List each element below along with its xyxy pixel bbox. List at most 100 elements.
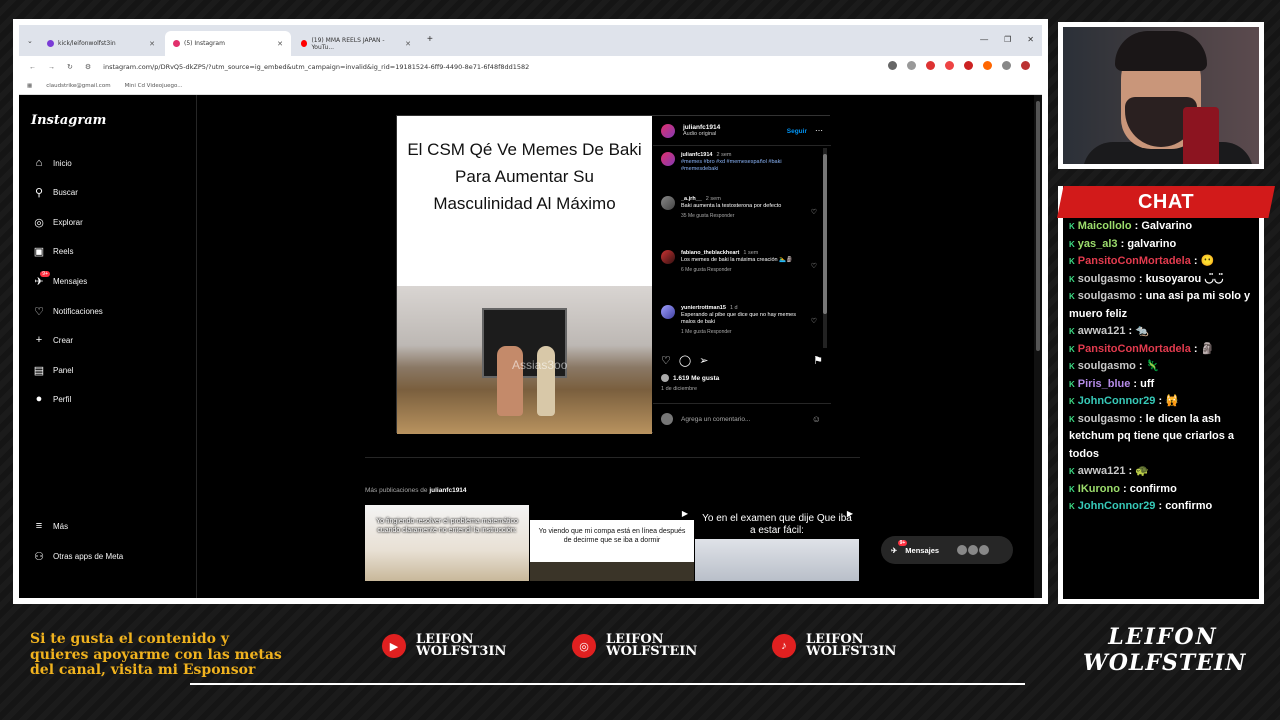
chat-username[interactable]: JohnConnor29 bbox=[1078, 500, 1156, 512]
hashtags[interactable]: #memes #bro #xd #memesespañol #baki #mem… bbox=[681, 159, 806, 173]
author-avatar[interactable] bbox=[661, 123, 675, 138]
tab-kick[interactable]: kick/leifonwolfst3in ✕ bbox=[39, 31, 163, 56]
post-thumbnail[interactable]: Yo viendo que mi compa está en línea des… bbox=[530, 505, 694, 581]
share-icon[interactable]: ➢ bbox=[699, 354, 708, 367]
site-info-icon[interactable]: ⚙ bbox=[85, 63, 91, 71]
sidebar-item-crear[interactable]: + Crear bbox=[33, 334, 73, 346]
chat-username[interactable]: soulgasmo bbox=[1078, 290, 1136, 302]
tab-search-icon[interactable]: ⌄ bbox=[27, 37, 33, 45]
sidebar-item-perfil[interactable]: ● Perfil bbox=[33, 393, 72, 405]
restore-icon[interactable]: ❐ bbox=[1004, 35, 1011, 44]
chat-username[interactable]: soulgasmo bbox=[1078, 413, 1136, 425]
sidebar-item-reels[interactable]: ▣ Reels bbox=[33, 245, 74, 258]
comment-icon[interactable]: ◯ bbox=[679, 354, 691, 367]
comment-user[interactable]: julianfc1914 bbox=[681, 152, 713, 158]
sidebar-item-buscar[interactable]: ⚲ Buscar bbox=[33, 186, 78, 199]
chat-username[interactable]: PansitoConMortadela bbox=[1078, 343, 1191, 355]
extension-icon[interactable] bbox=[983, 61, 992, 70]
save-icon[interactable]: ⚑ bbox=[813, 354, 823, 367]
chat-message: Kawwa121 : 🐀 bbox=[1069, 323, 1259, 341]
comment-meta[interactable]: 1 Me gusta Responder bbox=[681, 329, 806, 336]
comments-scrollbar[interactable] bbox=[823, 148, 827, 348]
chat-username[interactable]: yas_al3 bbox=[1078, 238, 1118, 250]
notification-badge: 9+ bbox=[897, 539, 908, 546]
close-tab-icon[interactable]: ✕ bbox=[149, 40, 155, 48]
chat-username[interactable]: soulgasmo bbox=[1078, 360, 1136, 372]
comment-user[interactable]: _a.jrh__ bbox=[681, 196, 702, 202]
kick-badge-icon: K bbox=[1069, 467, 1075, 476]
chat-username[interactable]: awwa121 bbox=[1078, 465, 1126, 477]
url-field[interactable]: instagram.com/p/DRvQ5-dkZP5/?utm_source=… bbox=[103, 63, 529, 71]
chat-username[interactable]: awwa121 bbox=[1078, 325, 1126, 337]
audio-label[interactable]: Audio original bbox=[683, 131, 720, 137]
tab-instagram[interactable]: (5) Instagram ✕ bbox=[165, 31, 291, 56]
more-options-icon[interactable]: ⋯ bbox=[815, 126, 823, 135]
extension-icon[interactable] bbox=[964, 61, 973, 70]
sidebar-item-meta-apps[interactable]: ⚇ Otras apps de Meta bbox=[33, 550, 123, 563]
chat-username[interactable]: PansitoConMortadela bbox=[1078, 255, 1191, 267]
like-comment-icon[interactable]: ♡ bbox=[811, 317, 817, 325]
extension-icon[interactable] bbox=[926, 61, 935, 70]
back-icon[interactable]: ← bbox=[29, 64, 36, 71]
post-thumbnail[interactable]: Yo en el examen que dije Que iba a estar… bbox=[695, 505, 859, 581]
new-tab-button[interactable]: + bbox=[427, 34, 433, 45]
tab-youtube[interactable]: (19) MMA REELS JAPAN - YouTu... ✕ bbox=[293, 31, 419, 56]
likes-count[interactable]: 1.619 Me gusta bbox=[661, 374, 719, 382]
post-thumbnail[interactable]: Yo fingiendo resolver el problema matemá… bbox=[365, 505, 529, 581]
post-side-panel: julianfc1914 Audio original Seguir ⋯ jul… bbox=[653, 116, 831, 434]
red-mug bbox=[1183, 107, 1219, 164]
comment-meta[interactable]: 6 Me gusta Responder bbox=[681, 267, 806, 274]
comment-meta[interactable]: 35 Me gusta Responder bbox=[681, 213, 806, 220]
close-tab-icon[interactable]: ✕ bbox=[405, 40, 411, 48]
comment-text: Baki aumenta la testosterona por defecto bbox=[681, 203, 782, 209]
bookmark-mini-cd[interactable]: Mini Cd Videojuego... bbox=[125, 83, 183, 89]
comment-time: 2 sem bbox=[705, 196, 721, 202]
like-comment-icon[interactable]: ♡ bbox=[811, 262, 817, 270]
install-icon[interactable] bbox=[888, 61, 897, 70]
apps-grid-icon[interactable]: ▦ bbox=[27, 83, 32, 89]
commenter-avatar[interactable] bbox=[661, 196, 675, 210]
author-name[interactable]: julianfc1914 bbox=[683, 124, 720, 131]
sidebar-item-notificaciones[interactable]: ♡ Notificaciones bbox=[33, 305, 103, 318]
bookmark-gmail[interactable]: claudstrike@gmail.com bbox=[46, 83, 110, 89]
follow-button[interactable]: Seguir bbox=[787, 128, 807, 135]
chat-username[interactable]: Piris_blue bbox=[1078, 378, 1131, 390]
chat-username[interactable]: JohnConnor29 bbox=[1078, 395, 1156, 407]
comment-user[interactable]: yuniertrottman15 bbox=[681, 305, 726, 311]
commenter-avatar[interactable] bbox=[661, 250, 675, 264]
reel-icon: ▶ bbox=[846, 509, 853, 518]
sidebar-item-label: Crear bbox=[53, 335, 74, 345]
puzzle-icon[interactable] bbox=[1002, 61, 1011, 70]
chat-username[interactable]: IKurono bbox=[1078, 483, 1120, 495]
more-posts-grid: Yo fingiendo resolver el problema matemá… bbox=[365, 505, 859, 581]
sidebar-item-inicio[interactable]: ⌂ Inicio bbox=[33, 157, 72, 169]
sidebar-item-panel[interactable]: ▤ Panel bbox=[33, 364, 74, 377]
chat-username[interactable]: soulgasmo bbox=[1078, 273, 1136, 285]
emoji-icon[interactable]: ☺ bbox=[812, 414, 821, 424]
chat-username[interactable]: Maicollolo bbox=[1078, 220, 1132, 232]
sidebar-item-mas[interactable]: ≡ Más bbox=[33, 520, 68, 532]
forward-icon[interactable]: → bbox=[48, 64, 55, 71]
like-comment-icon[interactable]: ♡ bbox=[811, 208, 817, 216]
profile-avatar-icon[interactable] bbox=[1021, 61, 1030, 70]
close-tab-icon[interactable]: ✕ bbox=[277, 40, 283, 48]
instagram-logo[interactable]: Instagram bbox=[31, 113, 106, 128]
messages-pill[interactable]: ✈ 9+ Mensajes bbox=[881, 536, 1013, 564]
comment-input[interactable]: Agrega un comentario... bbox=[681, 416, 750, 423]
post-media[interactable]: El CSM Qé Ve Memes De Baki Para Aumentar… bbox=[397, 116, 652, 434]
commenter-avatar[interactable] bbox=[661, 305, 675, 319]
page-scrollbar[interactable] bbox=[1034, 95, 1042, 598]
close-window-icon[interactable]: ✕ bbox=[1027, 35, 1034, 44]
like-icon[interactable]: ♡ bbox=[661, 354, 671, 367]
sidebar-item-mensajes[interactable]: ✈ 9+ Mensajes bbox=[33, 271, 87, 288]
extension-icon[interactable] bbox=[945, 61, 954, 70]
comment-user[interactable]: fabiano_theblackheart bbox=[681, 250, 739, 256]
minimize-icon[interactable]: — bbox=[980, 35, 988, 44]
bookmark-star-icon[interactable] bbox=[907, 61, 916, 70]
messenger-icon: ✈ 9+ bbox=[891, 539, 908, 555]
more-posts-user[interactable]: julianfc1914 bbox=[429, 487, 466, 494]
sidebar-item-explorar[interactable]: ◎ Explorar bbox=[33, 216, 83, 229]
comment-time: 1 d bbox=[729, 305, 738, 311]
author-avatar[interactable] bbox=[661, 152, 675, 166]
reload-icon[interactable]: ↻ bbox=[67, 63, 73, 71]
